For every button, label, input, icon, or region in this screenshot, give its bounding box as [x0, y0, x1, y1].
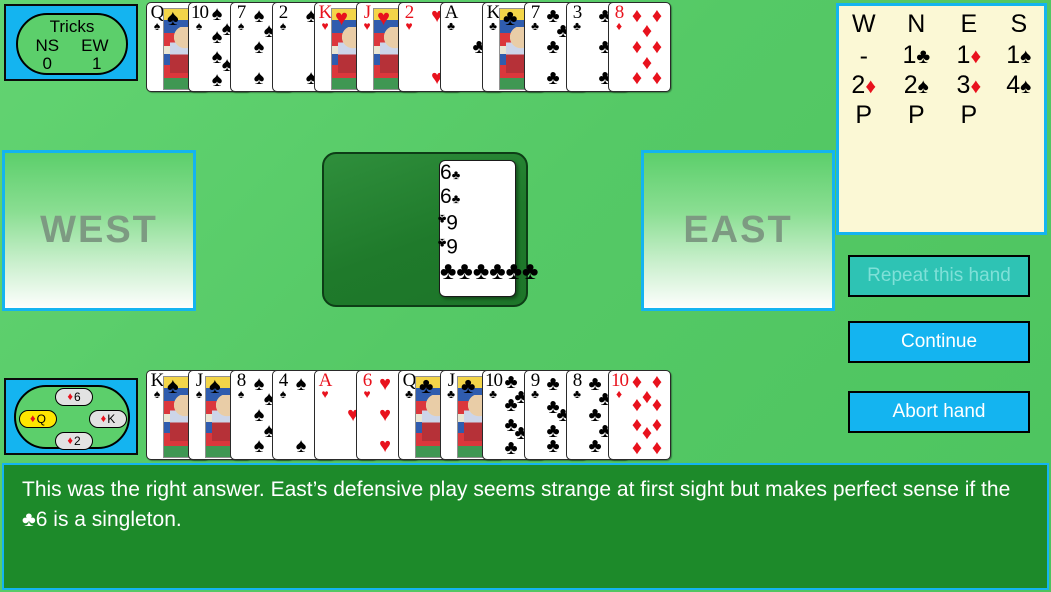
bidding-header-s: S [1010, 10, 1028, 38]
tricks-oval: Tricks NS EW 0 1 [16, 13, 128, 75]
repeat-hand-button[interactable]: Repeat this hand [848, 255, 1030, 297]
abort-hand-label: Abort hand [892, 401, 986, 422]
previous-trick-card-west: ♦ Q [19, 410, 57, 428]
card-corner: 8 ♠ [236, 370, 247, 401]
card-corner: 8 ♦ [614, 2, 625, 33]
continue-label: Continue [900, 331, 978, 352]
bidding-body: - 1♣ 1♦ 1♠ 2♦ 2♠ 3♦ 4♠ P P P [839, 41, 1044, 129]
south-hand[interactable]: K♠♠J♠♠8♠♠♠♠♠♠♠♠♠4♠♠♠♠♠A♥♥6♥♥♥♥♥♥♥Q♣♣J♣♣1… [146, 370, 671, 462]
bid-cell: 1♣ [902, 41, 931, 69]
current-trick-area: 6♣ 6♣ 6♣ 6♣ ♣♣♣♣♣♣ [322, 152, 539, 307]
bid-cell: 1♠ [1006, 41, 1032, 69]
card-suit-symbol: ♣ [503, 5, 518, 30]
bidding-header-row: WNES [839, 9, 1044, 41]
card-corner: 4 ♠ [278, 370, 289, 401]
card-corner: 6♣ [437, 210, 458, 233]
bid-cell: 1♦ [956, 41, 982, 69]
mini-card-rank: Q [36, 412, 46, 426]
tricks-title: Tricks [49, 17, 95, 36]
abort-hand-button[interactable]: Abort hand [848, 391, 1030, 433]
card-south-11[interactable]: 10 ♦ ♦ ♦ ♦ ♦ ♦ ♦ ♦ ♦ ♦ ♦ [608, 370, 671, 460]
bid-cell: P [960, 101, 978, 129]
bidding-panel: W N E S - 1♣ 1♦ 1♠ 2♦ 2♠ 3♦ 4♠ P P P [836, 3, 1047, 235]
repeat-hand-label: Repeat this hand [867, 265, 1011, 286]
mini-card-rank: 6 [73, 390, 81, 404]
bidding-header-e: E [960, 10, 978, 38]
tricks-ew-label: EW [81, 36, 109, 55]
card-suit-symbol: ♣ [461, 373, 476, 398]
trick-card-east: 6♣ 6♣ 6♣ 6♣ ♣♣♣♣♣♣ [437, 160, 539, 297]
bidding-row: PPP [839, 101, 1044, 129]
card-corner: 7 ♠ [236, 2, 247, 33]
card-corner: 10 ♦ [611, 370, 629, 401]
card-corner: A ♣ [444, 2, 459, 33]
card-corner: 9 ♣ [530, 370, 541, 401]
mini-card-rank: 2 [73, 434, 81, 448]
card-suit-symbol: ♥ [377, 5, 391, 30]
mini-card-suit: ♦ [67, 434, 73, 447]
previous-trick-oval: ♦ 6 ♦ Q ♦ K ♦ 2 [14, 385, 130, 450]
mini-card-suit: ♦ [30, 412, 36, 425]
seat-panel-east[interactable]: EAST [641, 150, 835, 311]
bid-cell: 4♠ [1006, 71, 1032, 99]
north-hand: Q♠♠10♠♠♠♠♠♠♠♠♠♠♠7♠♠♠♠♠♠♠♠2♠♠♠K♥♥J♥♥2♥♥♥A… [146, 2, 671, 94]
bidding-row: 2♦ 2♠ 3♦ 4♠ [839, 71, 1044, 101]
tricks-ns-value: 0 [42, 54, 52, 73]
card-corner: 8 ♣ [572, 370, 583, 401]
card-corner: 7 ♣ [530, 2, 541, 33]
bid-cell: 3♦ [956, 71, 982, 99]
bid-cell: 2♠ [903, 71, 929, 99]
card-suit-symbol: ♠ [209, 373, 221, 398]
message-bar: This was the right answer. East’s defens… [2, 463, 1049, 590]
card-pips: ♦ ♦ ♦ ♦ ♦ ♦ ♦ ♦ [631, 4, 663, 90]
previous-trick-card-east: ♦ K [89, 410, 127, 428]
card-corner: 2 ♥ [404, 2, 415, 33]
card-corner: 6 ♥ [362, 370, 373, 401]
card-corner: 6♣ [440, 161, 461, 184]
card-corner: 2 ♠ [278, 2, 289, 33]
seat-label-east: EAST [683, 209, 793, 251]
mini-card-suit: ♦ [100, 412, 107, 425]
bidding-row: - 1♣ 1♦ 1♠ [839, 41, 1044, 71]
card-corner: 6♣ [440, 185, 461, 208]
card-suit-symbol: ♠ [167, 5, 179, 30]
bid-cell: P [907, 101, 925, 129]
bridge-game-window: Tricks NS EW 0 1 Q♠♠10♠♠♠♠♠♠♠♠♠♠♠7♠♠♠♠♠♠… [0, 0, 1051, 592]
card-corner: 10 ♣ [485, 370, 503, 401]
card-pips: ♣♣♣♣♣♣ [440, 257, 539, 285]
card-corner: A ♥ [318, 370, 333, 401]
bid-cell: 2♦ [851, 71, 877, 99]
card-suit-symbol: ♠ [167, 373, 179, 398]
bid-cell: P [855, 101, 873, 129]
mini-card-rank: K [107, 412, 116, 426]
card-north-11: 8 ♦ ♦ ♦ ♦ ♦ ♦ ♦ ♦ ♦ [608, 2, 671, 92]
card-corner: 6♣ [437, 234, 458, 257]
control-buttons: Repeat this hand Continue Abort hand [836, 241, 1047, 441]
bid-cell: - [859, 42, 868, 70]
continue-button[interactable]: Continue [848, 321, 1030, 363]
bidding-table: W N E S - 1♣ 1♦ 1♠ 2♦ 2♠ 3♦ 4♠ P P P [839, 9, 1044, 129]
tricks-ns-label: NS [35, 36, 60, 55]
bid-cell [994, 101, 1044, 129]
previous-trick-card-south: ♦ 2 [55, 432, 93, 450]
card-suit-symbol: ♣ [419, 373, 434, 398]
seat-panel-west[interactable]: WEST [2, 150, 196, 311]
card-suit-symbol: ♥ [335, 5, 349, 30]
tricks-ew-value: 1 [92, 54, 102, 73]
seat-label-west: WEST [40, 209, 158, 251]
mini-card-suit: ♦ [67, 390, 73, 403]
card-corner: 10 ♠ [191, 2, 209, 33]
bidding-header-n: N [907, 10, 926, 38]
tricks-counter: Tricks NS EW 0 1 [4, 4, 138, 81]
card-corner: 3 ♣ [572, 2, 583, 33]
previous-trick-card-north: ♦ 6 [55, 388, 93, 406]
message-text: This was the right answer. East’s defens… [22, 478, 1011, 531]
bidding-header-w: W [851, 10, 876, 38]
card-pips: ♦ ♦ ♦ ♦ ♦ ♦ ♦ ♦ ♦ ♦ [631, 371, 663, 459]
previous-trick-display[interactable]: ♦ 6 ♦ Q ♦ K ♦ 2 [4, 378, 138, 455]
